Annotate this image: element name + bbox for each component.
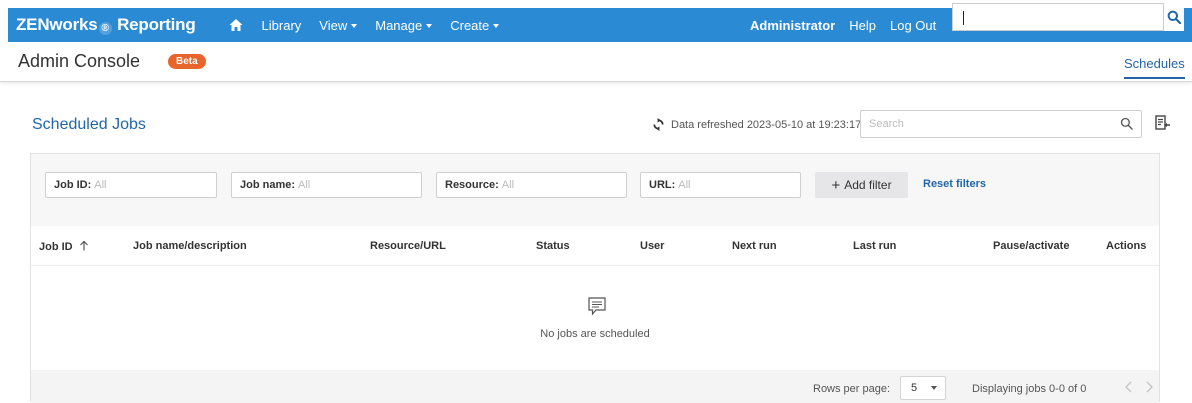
section-title: Scheduled Jobs bbox=[32, 116, 146, 133]
page-header: Admin Console Beta Schedules bbox=[0, 42, 1192, 82]
chevron-right-icon[interactable] bbox=[1143, 380, 1155, 394]
nav-create-menu[interactable]: Create bbox=[450, 18, 500, 33]
filter-job-id[interactable]: Job ID: All bbox=[45, 172, 217, 198]
table-footer: Rows per page: 5 Displaying jobs 0-0 of … bbox=[31, 370, 1159, 403]
caret-down-icon bbox=[931, 386, 937, 390]
column-user[interactable]: User bbox=[640, 240, 664, 252]
column-pause-activate[interactable]: Pause/activate bbox=[993, 240, 1069, 252]
pagination-info: Displaying jobs 0-0 of 0 bbox=[972, 383, 1087, 395]
column-status[interactable]: Status bbox=[536, 240, 570, 252]
comment-icon bbox=[588, 297, 606, 322]
search-icon[interactable] bbox=[1120, 117, 1133, 135]
scheduled-jobs-panel: Job ID: All Job name: All Resource: All URL… bbox=[30, 153, 1160, 403]
tab-schedules[interactable]: Schedules bbox=[1124, 56, 1185, 79]
rows-per-page-select[interactable]: 5 bbox=[900, 376, 946, 400]
plus-icon: + bbox=[831, 177, 841, 194]
nav-view-menu[interactable]: View bbox=[319, 18, 358, 33]
column-last-run[interactable]: Last run bbox=[853, 240, 896, 252]
column-next-run[interactable]: Next run bbox=[732, 240, 777, 252]
caret-down-icon bbox=[426, 23, 433, 28]
chevron-left-icon[interactable] bbox=[1123, 380, 1135, 394]
home-icon[interactable] bbox=[228, 17, 244, 33]
registered-mark: ® bbox=[98, 22, 112, 35]
brand-logo[interactable]: ZENworks ® Reporting bbox=[16, 15, 196, 35]
user-nav: Administrator Help Log Out bbox=[750, 8, 936, 42]
brand-name: ZENworks bbox=[16, 15, 98, 34]
rows-per-page-label: Rows per page: bbox=[813, 383, 891, 395]
nav-manage-menu[interactable]: Manage bbox=[375, 18, 433, 33]
data-refresh-status[interactable]: Data refreshed 2023-05-10 at 19:23:17 bbox=[652, 118, 861, 131]
export-icon[interactable] bbox=[1155, 115, 1170, 136]
rows-per-page-value: 5 bbox=[911, 382, 918, 394]
user-name-link[interactable]: Administrator bbox=[750, 18, 835, 33]
nav-library[interactable]: Library bbox=[262, 18, 302, 33]
add-filter-label: Add filter bbox=[844, 178, 892, 192]
add-filter-button[interactable]: + Add filter bbox=[815, 172, 908, 198]
global-search-input[interactable] bbox=[952, 3, 1164, 31]
column-job-id[interactable]: Job ID bbox=[39, 240, 89, 254]
beta-badge: Beta bbox=[168, 54, 206, 69]
reset-filters-link[interactable]: Reset filters bbox=[923, 178, 986, 190]
filter-url[interactable]: URL: All bbox=[640, 172, 801, 198]
jobs-table-header: Job ID Job name/description Resource/URL… bbox=[31, 226, 1159, 266]
page-title: Admin Console bbox=[18, 51, 141, 71]
text-cursor bbox=[963, 11, 964, 25]
search-icon bbox=[1167, 10, 1181, 24]
column-actions: Actions bbox=[1106, 240, 1147, 252]
caret-down-icon bbox=[493, 23, 500, 28]
empty-state-message: No jobs are scheduled bbox=[540, 328, 650, 340]
filter-job-name[interactable]: Job name: All bbox=[231, 172, 422, 198]
sort-up-icon[interactable] bbox=[79, 240, 89, 254]
jobs-search-box bbox=[860, 110, 1142, 138]
column-job-name[interactable]: Job name/description bbox=[133, 240, 247, 252]
caret-down-icon bbox=[351, 23, 358, 28]
column-resource-url[interactable]: Resource/URL bbox=[370, 240, 446, 252]
refresh-icon[interactable] bbox=[652, 118, 665, 131]
filter-resource[interactable]: Resource: All bbox=[436, 172, 627, 198]
refresh-text: Data refreshed 2023-05-10 at 19:23:17 bbox=[671, 118, 862, 131]
brand-product: Reporting bbox=[112, 15, 196, 34]
logout-link[interactable]: Log Out bbox=[890, 18, 936, 33]
help-link[interactable]: Help bbox=[849, 18, 876, 33]
global-search-button[interactable] bbox=[1164, 3, 1184, 31]
jobs-search-input[interactable] bbox=[869, 112, 1109, 136]
